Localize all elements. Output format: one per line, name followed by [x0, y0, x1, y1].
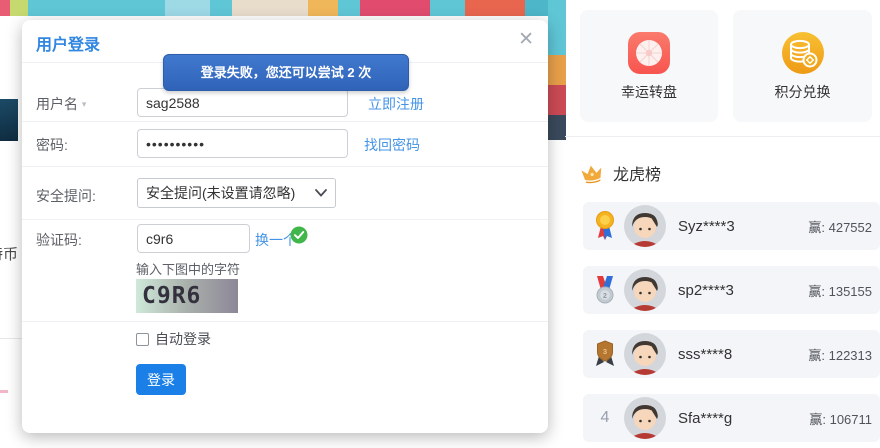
row-divider: [22, 219, 548, 220]
leaderboard-row: 3 sss****8 赢: 122313: [583, 330, 880, 378]
security-question-label: 安全提问:: [36, 186, 96, 206]
captcha-hint: 输入下图中的字符: [136, 259, 240, 278]
username-input[interactable]: [137, 88, 348, 117]
rank-number: 4: [601, 409, 610, 427]
background-divider: [0, 338, 22, 339]
avatar: [624, 397, 666, 439]
captcha-image-text: C9R6: [142, 283, 201, 309]
bronze-medal-icon: 3: [593, 338, 617, 370]
row-divider: [22, 166, 548, 167]
password-label: 密码:: [36, 135, 68, 155]
clipped-background-text: 特币: [0, 243, 20, 263]
leaderboard-row: Syz****3 赢: 427552: [583, 202, 880, 250]
leaderboard-row: 2 sp2****3 赢: 135155: [583, 266, 880, 314]
recover-password-link[interactable]: 找回密码: [364, 135, 420, 155]
gold-medal-icon: [593, 210, 617, 242]
chevron-down-icon: [315, 189, 327, 197]
player-name: Sfa****g: [678, 410, 732, 427]
login-failed-toast: 登录失败，您还可以尝试 2 次: [163, 54, 409, 91]
password-input[interactable]: [137, 129, 348, 158]
security-question-select[interactable]: 安全提问(未设置请忽略): [137, 178, 336, 208]
auto-login-checkbox[interactable]: [136, 333, 149, 346]
leaderboard-row: 4 Sfa****g 赢: 106711: [583, 394, 880, 442]
avatar: [624, 205, 666, 247]
lucky-wheel-label: 幸运转盘: [621, 82, 677, 102]
username-label: 用户名 ▾: [36, 94, 86, 114]
player-name: Syz****3: [678, 218, 735, 235]
player-name: sss****8: [678, 346, 732, 363]
win-amount: 赢: 427552: [808, 217, 872, 236]
captcha-valid-check-icon: [290, 226, 308, 244]
auto-login-row: 自动登录: [136, 329, 211, 349]
svg-text:3: 3: [603, 347, 607, 356]
avatar: [624, 269, 666, 311]
captcha-image[interactable]: C9R6: [136, 279, 238, 313]
points-exchange-card[interactable]: 积分兑换: [733, 10, 872, 122]
captcha-label: 验证码:: [36, 230, 82, 250]
win-amount: 赢: 106711: [809, 409, 872, 428]
win-amount: 赢: 122313: [808, 345, 872, 364]
points-coins-icon: [782, 32, 824, 74]
captcha-input[interactable]: [137, 224, 250, 253]
leaderboard-title: 龙虎榜: [613, 161, 661, 185]
top-banner-strip: [0, 0, 566, 16]
lucky-wheel-card[interactable]: 幸运转盘: [580, 10, 718, 122]
background-navy-block: [0, 99, 18, 141]
auto-login-label: 自动登录: [155, 329, 211, 349]
crown-icon: [579, 161, 606, 185]
win-amount: 赢: 135155: [808, 281, 872, 300]
row-divider: [22, 321, 548, 322]
points-exchange-label: 积分兑换: [775, 82, 831, 102]
silver-medal-icon: 2: [593, 274, 617, 306]
login-button[interactable]: 登录: [136, 364, 186, 395]
register-link[interactable]: 立即注册: [368, 94, 424, 114]
player-name: sp2****3: [678, 282, 734, 299]
banner-side-sliver: [548, 0, 566, 140]
background-pink-dash: [0, 390, 8, 393]
modal-title: 用户登录: [36, 31, 100, 55]
selected-option: 安全提问(未设置请忽略): [146, 183, 315, 203]
panel-divider: [565, 136, 880, 137]
avatar: [624, 333, 666, 375]
login-modal: 用户登录 ✕ 登录失败，您还可以尝试 2 次 用户名 ▾ 立即注册 密码: 找回…: [22, 20, 548, 433]
leaderboard-header: 龙虎榜: [580, 161, 661, 185]
row-divider: [22, 121, 548, 122]
lucky-wheel-icon: [628, 32, 670, 74]
chevron-down-icon: ▾: [82, 99, 87, 109]
svg-text:2: 2: [603, 293, 607, 300]
close-icon[interactable]: ✕: [518, 28, 534, 52]
